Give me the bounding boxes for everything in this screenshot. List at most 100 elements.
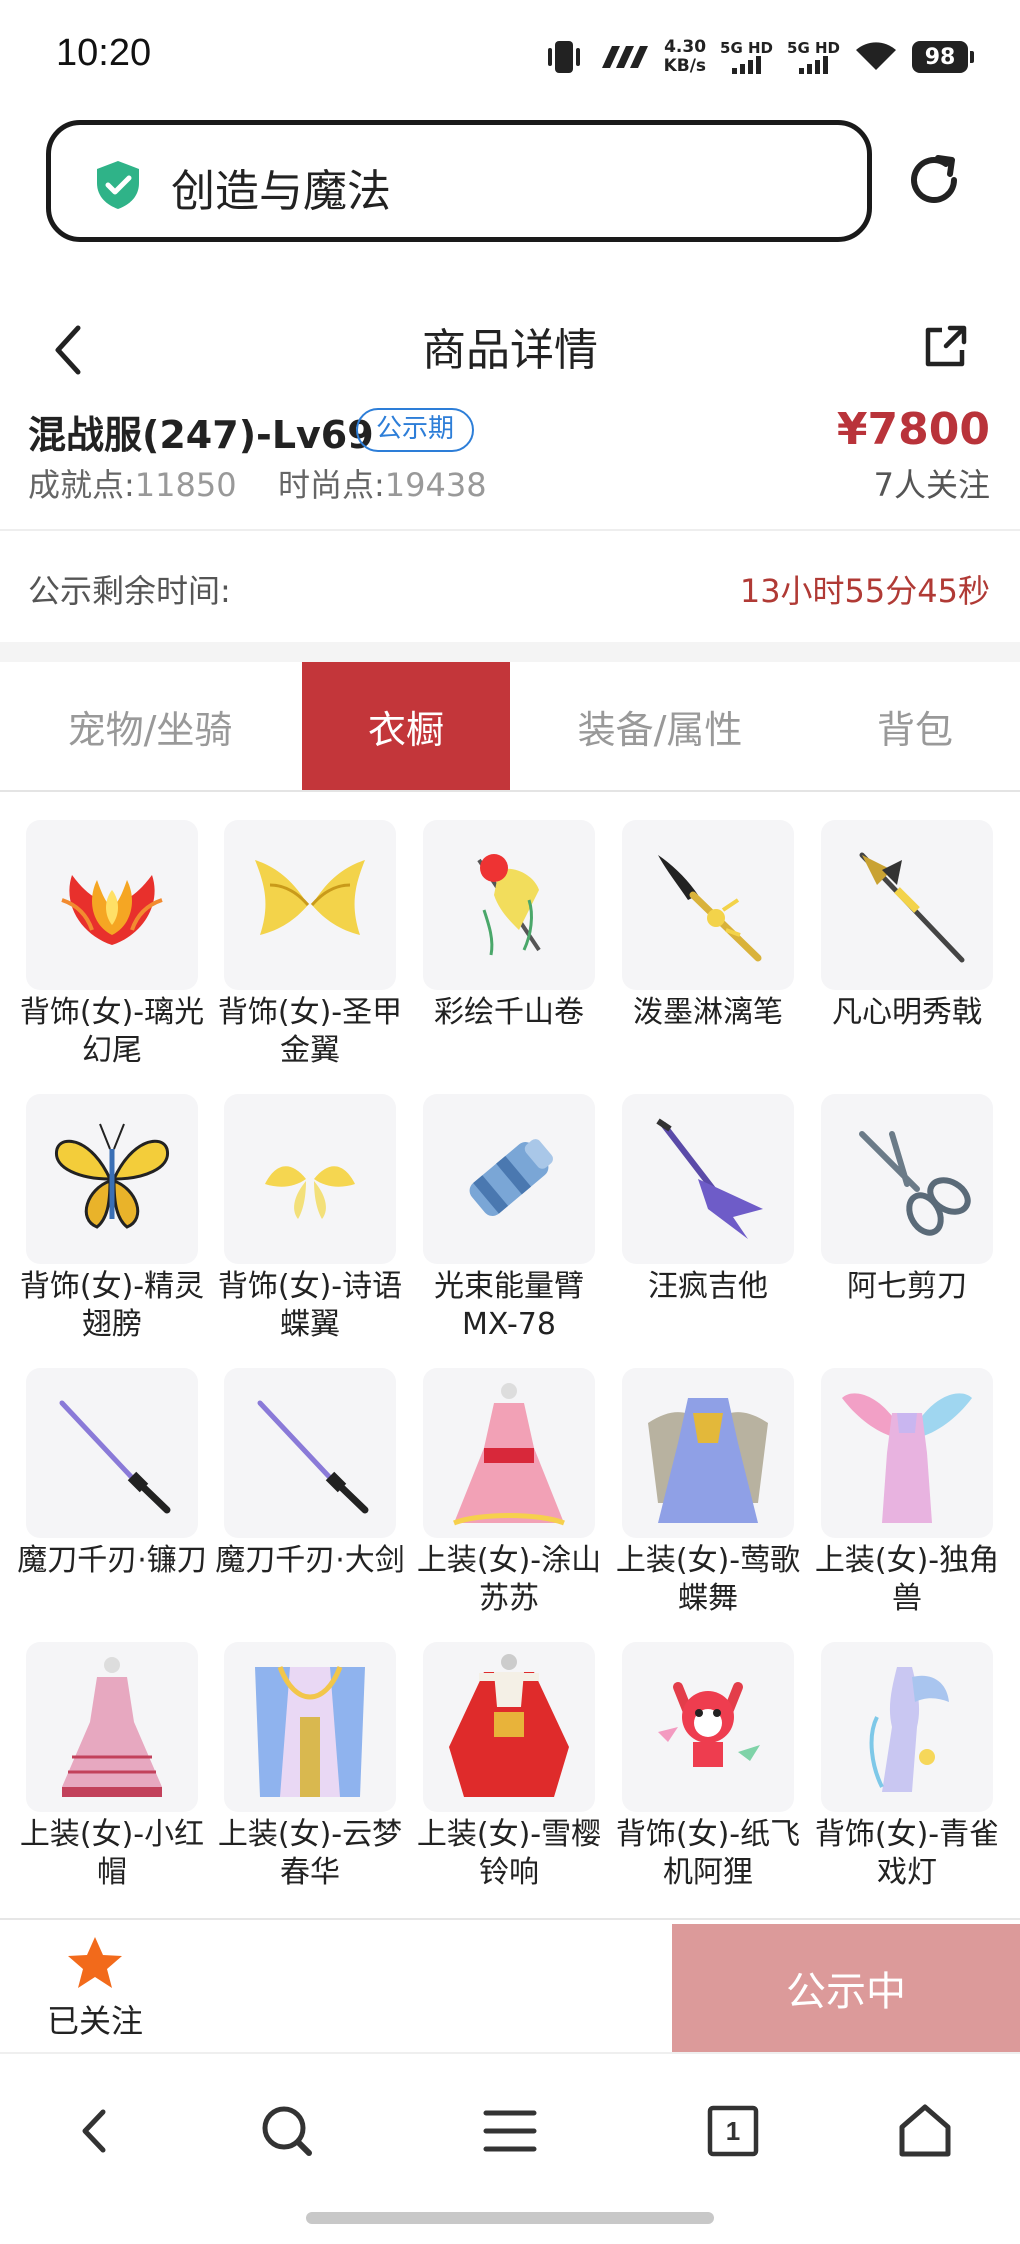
- status-bar: 10:20 4.30 KB/s 5G HD 5G HD 98: [0, 0, 1020, 112]
- page-title: 商品详情: [422, 325, 598, 376]
- wardrobe-item[interactable]: 光束能量臂MX-78: [423, 1094, 595, 1344]
- item-thumbnail: [26, 1642, 198, 1812]
- vibrate-icon: [547, 41, 580, 73]
- publicity-status-button[interactable]: 公示中: [672, 1924, 1020, 2052]
- item-label: 上装(女)-小红帽: [19, 1817, 205, 1890]
- item-thumbnail: [224, 1642, 396, 1812]
- item-thumbnail: [821, 1642, 993, 1812]
- tabs-divider: [0, 790, 1020, 792]
- item-label: 上装(女)-雪樱铃响: [416, 1817, 602, 1890]
- wardrobe-item[interactable]: 背饰(女)-圣甲金翼: [218, 820, 402, 1070]
- wardrobe-item[interactable]: 汪疯吉他: [622, 1094, 794, 1306]
- countdown-value: 13小时55分45秒: [739, 572, 990, 610]
- fox-icon: [658, 1682, 760, 1767]
- status-badge: 公示期: [356, 408, 475, 452]
- item-thumbnail: [622, 820, 794, 990]
- battery-icon: 98: [912, 41, 974, 73]
- follower-count: 7人关注: [873, 466, 990, 504]
- product-name: 混战服(247)-Lv69: [28, 413, 374, 457]
- item-label: 背饰(女)-青雀戏灯: [814, 1817, 1000, 1890]
- scissors-icon: [859, 1131, 971, 1236]
- halberd-icon: [859, 852, 965, 963]
- wardrobe-item[interactable]: 上装(女)-小红帽: [20, 1642, 204, 1892]
- wardrobe-item[interactable]: 上装(女)-雪樱铃响: [417, 1642, 601, 1892]
- item-label: 背饰(女)-诗语蝶翼: [217, 1269, 403, 1342]
- item-thumbnail: [622, 1368, 794, 1538]
- item-thumbnail: [224, 1094, 396, 1264]
- shield-check-icon: [97, 161, 139, 209]
- unicorn-dress-icon: [842, 1393, 972, 1523]
- wardrobe-item[interactable]: 背饰(女)-诗语蝶翼: [218, 1094, 402, 1344]
- item-label: 上装(女)-云梦春华: [217, 1817, 403, 1890]
- tab-backpack[interactable]: 背包: [810, 662, 1020, 790]
- item-thumbnail: [224, 820, 396, 990]
- reload-icon[interactable]: [904, 150, 964, 210]
- arm-cannon-icon: [469, 1139, 553, 1216]
- wardrobe-item[interactable]: 上装(女)-莺歌蝶舞: [616, 1368, 800, 1618]
- item-thumbnail: [26, 1368, 198, 1538]
- item-thumbnail: [26, 820, 198, 990]
- item-label: 汪疯吉他: [648, 1269, 768, 1304]
- item-thumbnail: [821, 820, 993, 990]
- nav-home-button[interactable]: [890, 2096, 960, 2166]
- tab-count: 1: [725, 2115, 741, 2146]
- network-speed: 4.30 KB/s: [663, 37, 707, 76]
- nav-menu-button[interactable]: [475, 2096, 545, 2166]
- katana-icon: [257, 1400, 369, 1514]
- wardrobe-item[interactable]: 背饰(女)-青雀戏灯: [815, 1642, 999, 1892]
- home-indicator[interactable]: [306, 2212, 714, 2224]
- item-label: 泼墨淋漓笔: [633, 995, 783, 1030]
- item-label: 上装(女)-独角兽: [814, 1543, 1000, 1616]
- wardrobe-item[interactable]: 彩绘千山卷: [423, 820, 595, 1032]
- item-thumbnail: [821, 1368, 993, 1538]
- category-tabs: 宠物/坐骑 衣橱 装备/属性 背包: [0, 662, 1020, 790]
- address-text[interactable]: 创造与魔法: [171, 155, 391, 219]
- nfc-icon: [601, 46, 648, 68]
- nav-search-button[interactable]: [252, 2096, 322, 2166]
- wardrobe-item[interactable]: 背饰(女)-纸飞机阿狸: [616, 1642, 800, 1892]
- wardrobe-item[interactable]: 背饰(女)-精灵翅膀: [20, 1094, 204, 1344]
- guitar-icon: [656, 1118, 763, 1239]
- tab-equipment[interactable]: 装备/属性: [510, 662, 810, 790]
- wifi-icon: [856, 42, 896, 70]
- phoenix-tail-icon: [61, 875, 163, 945]
- address-bar[interactable]: 创造与魔法: [46, 120, 872, 242]
- wardrobe-item[interactable]: 魔刀千刃·镰刀: [17, 1368, 207, 1580]
- item-label: 背饰(女)-纸飞机阿狸: [615, 1817, 801, 1890]
- wardrobe-item[interactable]: 魔刀千刃·大剑: [215, 1368, 405, 1580]
- star-icon: [68, 1937, 122, 1988]
- butterfly-wings-icon: [55, 1123, 169, 1229]
- wardrobe-item[interactable]: 背饰(女)-璃光幻尾: [20, 820, 204, 1070]
- search-icon: [262, 2106, 312, 2156]
- nav-tabs-button[interactable]: 1: [698, 2096, 768, 2166]
- wardrobe-item[interactable]: 凡心明秀戟: [821, 820, 993, 1032]
- item-thumbnail: [26, 1094, 198, 1264]
- item-label: 光束能量臂MX-78: [434, 1269, 584, 1342]
- wardrobe-item[interactable]: 泼墨淋漓笔: [622, 820, 794, 1032]
- achievement-points: 成就点:11850: [28, 466, 237, 504]
- item-thumbnail: [622, 1094, 794, 1264]
- wardrobe-item[interactable]: 阿七剪刀: [821, 1094, 993, 1306]
- share-icon[interactable]: [920, 322, 970, 372]
- katana-icon: [59, 1400, 171, 1514]
- wardrobe-item[interactable]: 上装(女)-独角兽: [815, 1368, 999, 1618]
- countdown-label: 公示剩余时间:: [28, 572, 231, 610]
- follow-button[interactable]: 已关注: [40, 1934, 150, 2044]
- sim1-signal-icon: 5G HD: [720, 40, 773, 74]
- nav-back-button[interactable]: [60, 2096, 130, 2166]
- wardrobe-item[interactable]: 上装(女)-涂山苏苏: [417, 1368, 601, 1618]
- wardrobe-item[interactable]: 上装(女)-云梦春华: [218, 1642, 402, 1892]
- yellow-wings-icon: [265, 1166, 355, 1219]
- status-icons: 4.30 KB/s 5G HD 5G HD 98: [544, 30, 974, 84]
- tab-pets-mounts[interactable]: 宠物/坐骑: [0, 662, 300, 790]
- grid-bottom-divider: [0, 1918, 1020, 1920]
- item-label: 魔刀千刃·镰刀: [17, 1543, 207, 1578]
- gold-wings-icon: [255, 860, 365, 935]
- item-label: 上装(女)-涂山苏苏: [416, 1543, 602, 1616]
- tab-wardrobe[interactable]: 衣橱: [302, 662, 510, 790]
- lantern-icon: [869, 1667, 949, 1792]
- armor-dress-icon: [648, 1398, 768, 1523]
- page-header: 商品详情: [0, 300, 1020, 390]
- product-price: ¥7800: [836, 404, 990, 455]
- item-label: 彩绘千山卷: [434, 995, 584, 1030]
